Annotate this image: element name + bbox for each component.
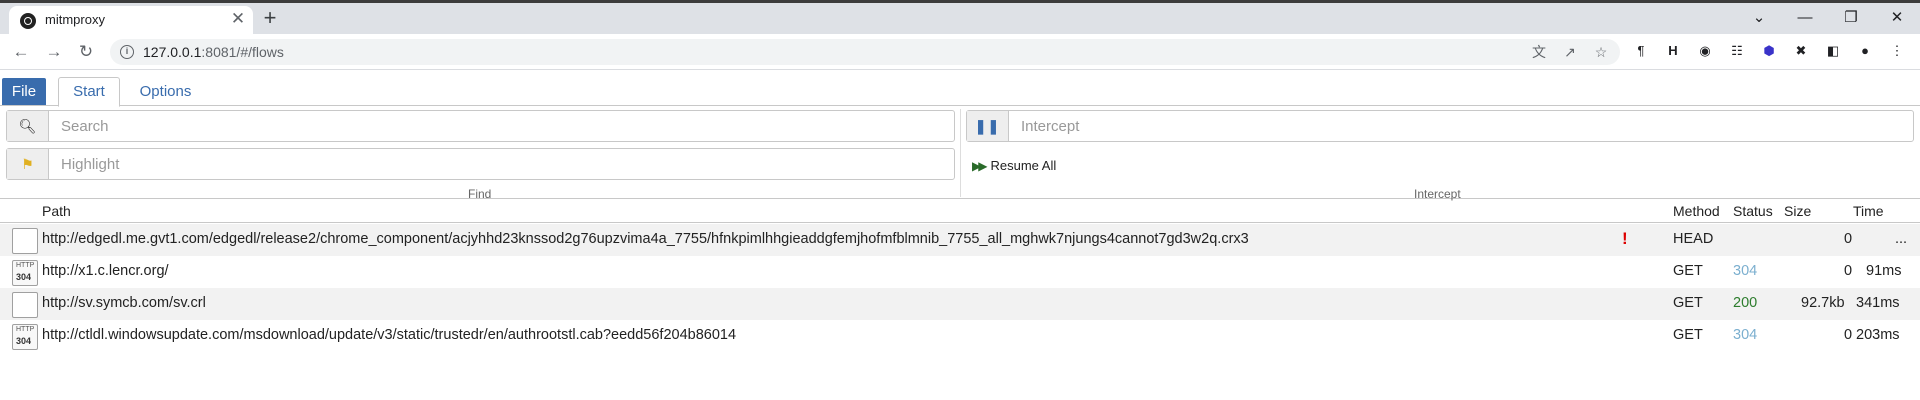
flow-time: ... <box>1895 231 1908 247</box>
tab-options[interactable]: Options <box>128 78 203 105</box>
flow-status: 200 <box>1733 295 1758 311</box>
puzzle-extensions-icon[interactable]: ✖ <box>1792 42 1810 60</box>
search-filter[interactable]: 🔍︎ Search <box>6 110 955 142</box>
profile-avatar-icon[interactable]: ● <box>1856 42 1874 60</box>
mitmproxy-menubar: File Start Options <box>0 70 1920 107</box>
reload-icon[interactable]: ↻ <box>74 40 98 64</box>
intercept-input[interactable]: Intercept <box>1021 118 1079 135</box>
kebab-menu-icon[interactable]: ⋮ <box>1888 42 1906 60</box>
find-group-label: Find <box>468 187 492 201</box>
flow-time: 341ms <box>1856 295 1900 311</box>
pause-icon: ❚❚ <box>967 111 1009 141</box>
flow-size: 0 <box>1844 231 1853 247</box>
resume-all-label: Resume All <box>990 158 1057 173</box>
search-icon: 🔍︎ <box>7 111 49 141</box>
h-extension-icon[interactable]: H <box>1664 42 1682 60</box>
column-time[interactable]: Time <box>1853 203 1884 219</box>
flow-method: GET <box>1673 327 1703 343</box>
tab-close-icon[interactable]: ✕ <box>228 9 248 29</box>
circle-extension-icon[interactable]: ◉ <box>1696 42 1714 60</box>
column-size[interactable]: Size <box>1784 203 1811 219</box>
table-row[interactable]: HTTP 304 http://ctldl.windowsupdate.com/… <box>0 320 1920 352</box>
table-row[interactable]: HTTP 304 http://x1.c.lencr.org/ GET 304 … <box>0 256 1920 288</box>
flow-method: GET <box>1673 295 1703 311</box>
flow-time: 203ms <box>1856 327 1900 343</box>
cube-extension-icon[interactable]: ⬢ <box>1760 42 1778 60</box>
table-row[interactable]: http://edgedl.me.gvt1.com/edgedl/release… <box>0 224 1920 256</box>
address-bar[interactable]: i 127.0.0.1:8081/#/flows 文 ↗ ☆ <box>110 39 1620 65</box>
http-304-icon: HTTP 304 <box>12 260 38 286</box>
tab-search-chevron-icon[interactable]: ⌄ <box>1736 5 1782 31</box>
pilcrow-extension-icon[interactable]: ¶ <box>1632 42 1650 60</box>
robot-extension-icon[interactable]: ☷ <box>1728 42 1746 60</box>
flow-path: http://sv.symcb.com/sv.crl <box>42 295 206 311</box>
bookmark-star-icon[interactable]: ☆ <box>1592 43 1610 61</box>
minimize-button[interactable]: — <box>1782 5 1828 31</box>
side-panel-icon[interactable]: ◧ <box>1824 42 1842 60</box>
forward-arrow-icon[interactable]: → <box>42 40 66 64</box>
fast-forward-icon: ▶▶ <box>972 159 988 173</box>
flow-table-header: Path Method Status Size Time <box>0 200 1920 223</box>
browser-tab[interactable]: mitmproxy ✕ <box>9 6 253 34</box>
file-icon <box>12 228 38 254</box>
column-path[interactable]: Path <box>42 203 71 219</box>
maximize-button[interactable]: ❐ <box>1828 5 1874 31</box>
tag-icon: ⚑ <box>7 149 49 179</box>
flow-size: 0 <box>1844 327 1853 343</box>
flow-path: http://edgedl.me.gvt1.com/edgedl/release… <box>42 231 1249 247</box>
new-tab-button[interactable]: + <box>259 7 281 30</box>
flow-status: 304 <box>1733 327 1758 343</box>
translate-icon[interactable]: 文 <box>1530 43 1548 61</box>
file-menu-button[interactable]: File <box>2 78 46 105</box>
tab-title: mitmproxy <box>45 12 105 27</box>
search-input[interactable]: Search <box>61 118 109 135</box>
flow-method: HEAD <box>1673 231 1714 247</box>
browser-titlebar: mitmproxy ✕ + ⌄ — ❐ ✕ <box>0 0 1920 34</box>
flow-size: 0 <box>1844 263 1853 279</box>
intercept-filter[interactable]: ❚❚ Intercept <box>966 110 1914 142</box>
error-icon: ! <box>1622 229 1628 248</box>
address-url[interactable]: 127.0.0.1:8081/#/flows <box>143 44 284 60</box>
group-divider <box>960 109 961 197</box>
share-icon[interactable]: ↗ <box>1561 43 1579 61</box>
table-row[interactable]: http://sv.symcb.com/sv.crl GET 200 92.7k… <box>0 288 1920 320</box>
flow-path: http://ctldl.windowsupdate.com/msdownloa… <box>42 327 737 343</box>
flow-time: 91ms <box>1866 263 1902 279</box>
column-method[interactable]: Method <box>1673 203 1720 219</box>
resume-all-button[interactable]: ▶▶ Resume All <box>972 158 1056 173</box>
highlight-filter[interactable]: ⚑ Highlight <box>6 148 955 180</box>
flow-path: http://x1.c.lencr.org/ <box>42 263 169 279</box>
tab-start[interactable]: Start <box>58 77 120 107</box>
http-304-icon: HTTP 304 <box>12 324 38 350</box>
flow-status: 304 <box>1733 263 1758 279</box>
close-window-button[interactable]: ✕ <box>1874 5 1920 31</box>
start-ribbon: 🔍︎ Search ⚑ Highlight Find ❚❚ Intercept … <box>0 107 1920 201</box>
intercept-group-label: Intercept <box>1414 187 1461 201</box>
back-arrow-icon[interactable]: ← <box>9 40 33 64</box>
site-info-icon[interactable]: i <box>120 45 134 59</box>
highlight-input[interactable]: Highlight <box>61 156 119 173</box>
browser-toolbar: ← → ↻ i 127.0.0.1:8081/#/flows 文 ↗ ☆ ¶ H… <box>0 34 1920 70</box>
flow-method: GET <box>1673 263 1703 279</box>
column-status[interactable]: Status <box>1733 203 1773 219</box>
flow-size: 92.7kb <box>1801 295 1845 311</box>
mitmproxy-favicon-icon <box>20 13 36 29</box>
file-icon <box>12 292 38 318</box>
